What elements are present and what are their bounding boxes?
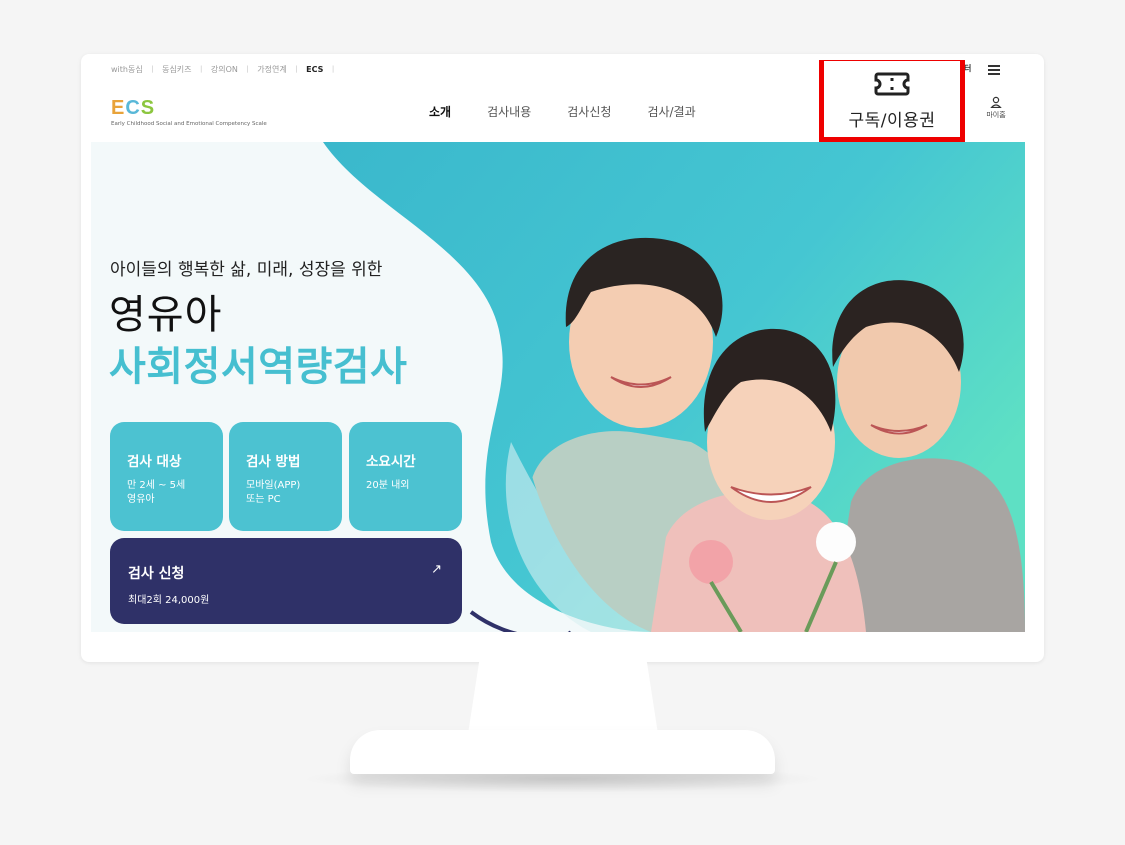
top-link-kids[interactable]: 동심키즈 [162,64,191,75]
apply-test-button[interactable]: 검사 신청 최대2회 24,000원 ↗ [110,538,462,624]
logo-letter-e: E [111,97,125,119]
card-target-title: 검사 대상 [127,454,182,470]
main-nav: 소개 검사내용 검사신청 검사/결과 [429,103,696,120]
card-duration-desc1: 20분 내외 [366,480,410,491]
top-link-ecs[interactable]: ECS [306,65,323,74]
logo-letter-c: C [125,97,140,119]
nav-content[interactable]: 검사내용 [487,103,531,120]
card-duration-title: 소요시간 [366,454,416,470]
card-target-desc1: 만 2세 ~ 5세 [127,480,186,491]
card-duration: 소요시간 20분 내외 [349,422,462,531]
subscription-button[interactable]: 구독/이용권 [819,60,965,142]
card-target: 검사 대상 만 2세 ~ 5세 영유아 [110,422,223,531]
hero-title-line1: 영유아 [109,292,223,338]
top-link-lecture[interactable]: 강의ON [211,64,238,75]
mypage-label: 마이홈 [986,111,1006,119]
logo-letter-s: S [140,97,155,119]
arrow-up-right-icon: ↗ [431,562,442,577]
mypage-button[interactable]: 마이홈 [981,96,1011,120]
card-method-desc2: 또는 PC [246,494,281,505]
monitor-neck [468,660,658,734]
hamburger-menu-icon[interactable] [988,65,1000,75]
hero-banner: 아이들의 행복한 삶, 미래, 성장을 위한 영유아 사회정서역량검사 검사 대… [91,142,1025,632]
card-method-desc1: 모바일(APP) [246,480,301,491]
nav-results[interactable]: 검사/결과 [647,103,695,120]
ecs-logo[interactable]: E C S Early Childhood Social and Emotion… [111,96,281,132]
top-links: with동심 ㅣ 동심키즈 ㅣ 강의ON ㅣ 가정연계 ㅣ ECS ㅣ [111,64,337,75]
hero-title-line2: 사회정서역량검사 [109,344,408,390]
top-right-text[interactable]: 터 [964,63,971,74]
card-method: 검사 방법 모바일(APP) 또는 PC [229,422,342,531]
user-icon [990,96,1002,108]
apply-title: 검사 신청 [128,566,185,582]
card-target-desc2: 영유아 [127,494,155,505]
website-screen: with동심 ㅣ 동심키즈 ㅣ 강의ON ㅣ 가정연계 ㅣ ECS ㅣ 터 E C S E… [91,60,1025,632]
hero-subtitle: 아이들의 행복한 삶, 미래, 성장을 위한 [110,260,383,280]
logo-tagline: Early Childhood Social and Emotional Com… [111,121,267,127]
card-method-title: 검사 방법 [246,454,301,470]
nav-intro[interactable]: 소개 [429,103,451,120]
apply-price: 최대2회 24,000원 [128,595,210,606]
subscription-label: 구독/이용권 [848,111,936,131]
top-link-with[interactable]: with동심 [111,64,143,75]
top-link-home[interactable]: 가정연계 [257,64,286,75]
monitor-stand [350,730,775,774]
ticket-icon [874,72,910,96]
nav-apply[interactable]: 검사신청 [567,103,611,120]
